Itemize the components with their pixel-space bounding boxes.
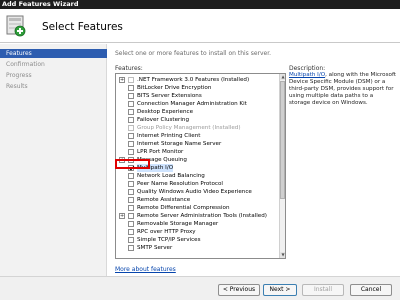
expand-icon[interactable]: + <box>119 213 125 219</box>
multipath-highlight-box <box>115 159 150 169</box>
sidebar-item-confirmation: Confirmation <box>6 61 45 68</box>
scroll-up-icon[interactable]: ▲ <box>280 74 285 80</box>
wizard-steps-sidebar: Features Confirmation Progress Results <box>0 44 107 276</box>
features-label: Features: <box>115 65 143 72</box>
feature-checkbox[interactable] <box>128 125 134 131</box>
feature-row[interactable]: Desktop Experience <box>116 108 280 116</box>
page-title: Select Features <box>42 21 123 33</box>
description-feature-link[interactable]: Multipath I/O <box>289 72 325 78</box>
feature-label: Connection Manager Administration Kit <box>137 101 247 107</box>
feature-label: .NET Framework 3.0 Features (Installed) <box>137 77 250 83</box>
feature-label: BITS Server Extensions <box>137 93 202 99</box>
feature-label: Internet Printing Client <box>137 133 201 139</box>
feature-checkbox[interactable] <box>128 181 134 187</box>
feature-checkbox[interactable] <box>128 229 134 235</box>
feature-row[interactable]: + .NET Framework 3.0 Features (Installed) <box>116 76 280 84</box>
feature-checkbox[interactable] <box>128 245 134 251</box>
feature-row[interactable]: BITS Server Extensions <box>116 92 280 100</box>
sidebar-item-features[interactable]: Features <box>0 49 107 58</box>
feature-row[interactable]: Connection Manager Administration Kit <box>116 100 280 108</box>
feature-row[interactable]: RPC over HTTP Proxy <box>116 228 280 236</box>
feature-label: Peer Name Resolution Protocol <box>137 181 223 187</box>
feature-checkbox[interactable] <box>128 237 134 243</box>
feature-checkbox[interactable] <box>128 101 134 107</box>
feature-row[interactable]: Removable Storage Manager <box>116 220 280 228</box>
more-about-features-link[interactable]: More about features <box>115 266 176 273</box>
feature-label: Remote Assistance <box>137 197 191 203</box>
feature-checkbox[interactable] <box>128 109 134 115</box>
feature-label: Remote Differential Compression <box>137 205 230 211</box>
next-button[interactable]: Next > <box>263 284 297 296</box>
feature-checkbox[interactable] <box>128 141 134 147</box>
install-button[interactable]: Install <box>302 284 344 296</box>
wizard-header: Select Features <box>0 9 400 43</box>
feature-row[interactable]: + Remote Server Administration Tools (Ins… <box>116 212 280 220</box>
feature-label: Failover Clustering <box>137 117 189 123</box>
feature-checkbox[interactable] <box>128 213 134 219</box>
previous-button[interactable]: < Previous <box>218 284 260 296</box>
description-label: Description: <box>289 65 326 72</box>
feature-row[interactable]: LPR Port Monitor <box>116 148 280 156</box>
feature-label: Remote Server Administration Tools (Inst… <box>137 213 267 219</box>
feature-row[interactable]: Remote Differential Compression <box>116 204 280 212</box>
wizard-footer: < Previous Next > Install Cancel <box>0 276 400 300</box>
feature-row[interactable]: Internet Printing Client <box>116 132 280 140</box>
feature-row[interactable]: Internet Storage Name Server <box>116 140 280 148</box>
feature-label: Simple TCP/IP Services <box>137 237 201 243</box>
features-wizard-icon <box>6 15 26 37</box>
feature-row[interactable]: Simple TCP/IP Services <box>116 236 280 244</box>
feature-label: Desktop Experience <box>137 109 194 115</box>
feature-label: Group Policy Management (Installed) <box>137 125 241 131</box>
title-bar: Add Features Wizard <box>0 0 400 9</box>
feature-row[interactable]: Peer Name Resolution Protocol <box>116 180 280 188</box>
feature-label: Internet Storage Name Server <box>137 141 222 147</box>
feature-label: BitLocker Drive Encryption <box>137 85 212 91</box>
feature-label: RPC over HTTP Proxy <box>137 229 196 235</box>
main-content: Select one or more features to install o… <box>108 44 400 276</box>
feature-checkbox[interactable] <box>128 117 134 123</box>
feature-row[interactable]: Network Load Balancing <box>116 172 280 180</box>
feature-row[interactable]: Remote Assistance <box>116 196 280 204</box>
feature-checkbox[interactable] <box>128 197 134 203</box>
feature-checkbox[interactable] <box>128 149 134 155</box>
feature-checkbox[interactable] <box>128 77 134 83</box>
sidebar-item-progress: Progress <box>6 72 32 79</box>
feature-label: Removable Storage Manager <box>137 221 219 227</box>
sidebar-item-results: Results <box>6 83 28 90</box>
feature-row[interactable]: Failover Clustering <box>116 116 280 124</box>
feature-label: Network Load Balancing <box>137 173 205 179</box>
feature-checkbox[interactable] <box>128 221 134 227</box>
feature-label: SMTP Server <box>137 245 173 251</box>
feature-description: Multipath I/O, along with the Microsoft … <box>289 72 396 107</box>
feature-checkbox[interactable] <box>128 133 134 139</box>
feature-row[interactable]: Quality Windows Audio Video Experience <box>116 188 280 196</box>
expand-icon[interactable]: + <box>119 77 125 83</box>
feature-checkbox[interactable] <box>128 189 134 195</box>
scroll-down-icon[interactable]: ▼ <box>280 252 285 258</box>
feature-row[interactable]: SMTP Server <box>116 244 280 252</box>
feature-row[interactable]: Group Policy Management (Installed) <box>116 124 280 132</box>
feature-checkbox[interactable] <box>128 93 134 99</box>
cancel-button[interactable]: Cancel <box>350 284 392 296</box>
intro-text: Select one or more features to install o… <box>115 50 272 57</box>
feature-checkbox[interactable] <box>128 205 134 211</box>
feature-checkbox[interactable] <box>128 173 134 179</box>
feature-checkbox[interactable] <box>128 85 134 91</box>
feature-label: LPR Port Monitor <box>137 149 184 155</box>
feature-label: Quality Windows Audio Video Experience <box>137 189 252 195</box>
scroll-thumb[interactable] <box>280 81 285 199</box>
feature-row[interactable]: BitLocker Drive Encryption <box>116 84 280 92</box>
